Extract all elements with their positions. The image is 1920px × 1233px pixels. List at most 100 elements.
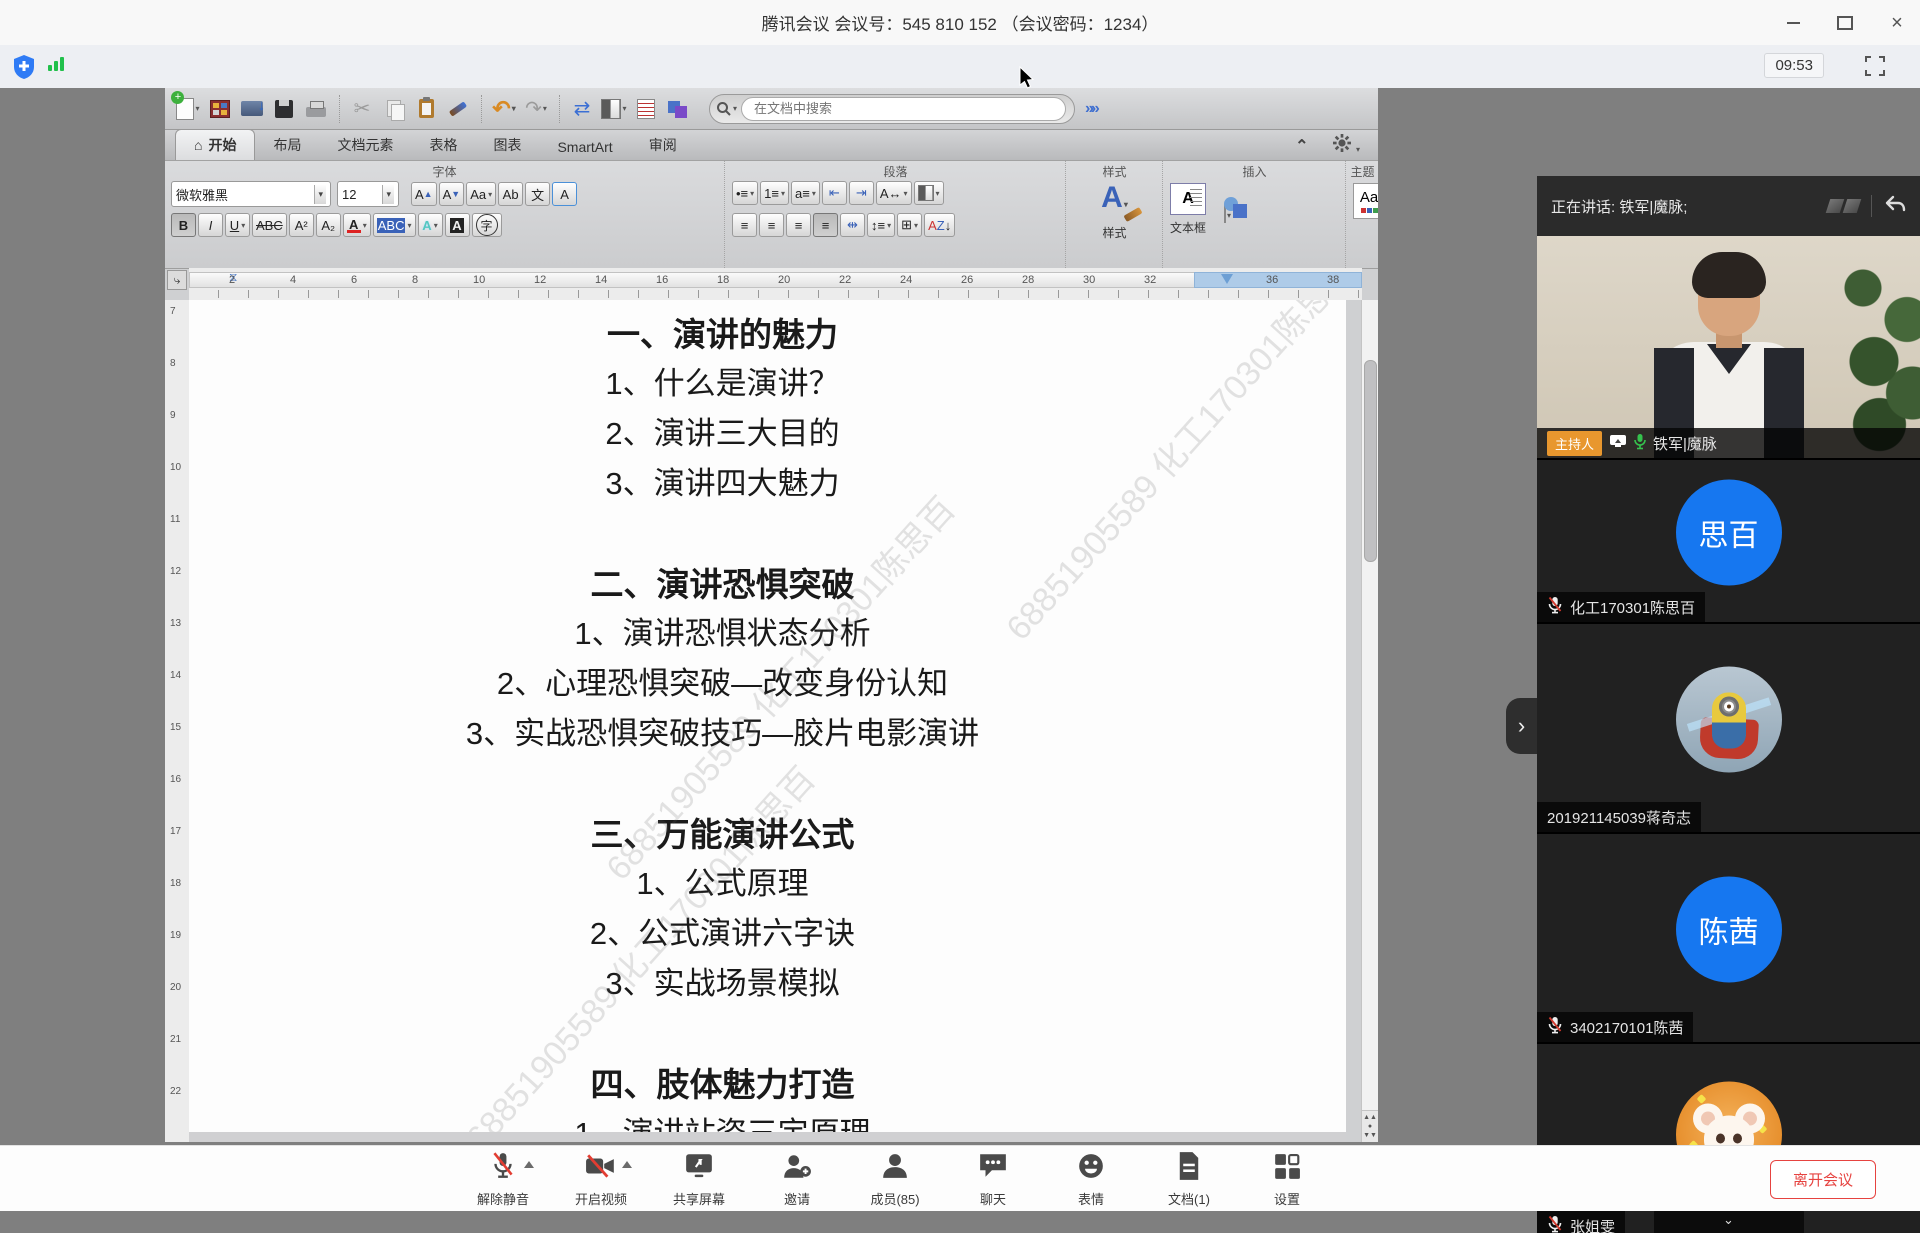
strikethrough-button[interactable]: ABC (252, 213, 287, 237)
participant-tile[interactable]: 201921145039蒋奇志 (1537, 622, 1920, 832)
options-caret[interactable] (524, 1161, 534, 1168)
ribbon-tab-开始[interactable]: ⌂开始 (175, 129, 255, 160)
sidebar-expand-chevron[interactable]: › (1506, 698, 1537, 754)
subscript-button[interactable]: A₂ (316, 213, 341, 237)
enclose-character-button[interactable]: 字 (472, 213, 502, 237)
document-page[interactable]: 一、演讲的魅力1、什么是演讲？2、演讲三大目的3、演讲四大魅力二、演讲恐惧突破1… (189, 300, 1346, 1132)
participant-tile[interactable]: 思百化工170301陈思百 (1537, 458, 1920, 622)
toolbar-item-settings[interactable]: 设置 (1254, 1151, 1320, 1208)
text-direction-button[interactable]: A↔▾ (876, 181, 912, 205)
align-left-button[interactable]: ≡ (732, 213, 757, 237)
underline-button[interactable]: U▾ (225, 213, 250, 237)
italic-button[interactable]: I (198, 213, 223, 237)
tab-selector-icon[interactable]: ⤷ (167, 270, 187, 290)
format-painter-icon[interactable] (443, 94, 473, 124)
textbox-button[interactable]: A 文本框 (1170, 183, 1206, 236)
host-video-tile[interactable]: 主持人 铁军|魔脉 (1537, 236, 1920, 458)
justify-button[interactable]: ≡ (813, 213, 838, 237)
toolbar-item-invite[interactable]: 邀请 (764, 1151, 830, 1208)
distribute-button[interactable]: ⇹ (840, 213, 865, 237)
search-options-caret[interactable]: ▾ (733, 104, 737, 113)
character-border-button[interactable]: A (552, 182, 577, 206)
font-size-select[interactable]: 12▾ (337, 181, 399, 207)
toolbar-item-emoji[interactable]: 表情 (1058, 1151, 1124, 1208)
leave-meeting-button[interactable]: 离开会议 (1770, 1160, 1876, 1199)
columns-layout-button[interactable]: ▾ (914, 181, 944, 205)
horizontal-ruler[interactable]: ⤷ ⧖ 24681012141618202224262830323638 (189, 268, 1362, 301)
number-list-button[interactable]: 1≡▾ (760, 181, 789, 205)
toolbar-item-members[interactable]: 成员(85) (862, 1151, 928, 1208)
styles-button[interactable]: A▾ 样式 (1101, 183, 1128, 241)
sort-button[interactable]: AZ↓ (924, 213, 955, 237)
toolbar-item-docs[interactable]: 文档(1) (1156, 1151, 1222, 1208)
maximize-button[interactable] (1832, 10, 1858, 36)
vertical-ruler[interactable]: 78910111213141516171819202122 (165, 300, 190, 1142)
document-scrollbar[interactable]: ▲▲●▼▼ (1361, 300, 1378, 1142)
themes-button[interactable]: Aa (1353, 183, 1378, 219)
clear-formatting-button[interactable]: Ab (498, 182, 523, 206)
shading-button[interactable]: A (445, 213, 470, 237)
phonetic-guide-button[interactable]: 文 (525, 182, 550, 206)
borders-button[interactable]: ⊞▾ (897, 213, 922, 237)
gallery-icon[interactable] (205, 94, 235, 124)
print-icon[interactable] (301, 94, 331, 124)
document-list-item: 1、演讲站姿三定原理 (189, 1108, 1256, 1132)
ribbon-tab-SmartArt[interactable]: SmartArt (539, 134, 630, 160)
search-icon[interactable] (716, 101, 732, 117)
decrease-indent-button[interactable]: ⇤ (822, 181, 847, 205)
increase-indent-button[interactable]: ⇥ (849, 181, 874, 205)
open-icon[interactable] (237, 94, 267, 124)
ribbon-tab-图表[interactable]: 图表 (475, 130, 539, 160)
options-caret[interactable] (622, 1161, 632, 1168)
bold-button[interactable]: B (171, 213, 196, 237)
columns-icon[interactable]: ▾ (599, 94, 629, 124)
undo-icon[interactable]: ↶▾ (489, 94, 519, 124)
minimize-button[interactable] (1780, 10, 1806, 36)
ribbon-tab-表格[interactable]: 表格 (411, 130, 475, 160)
track-changes-icon[interactable]: ⇄ (567, 94, 597, 124)
copy-icon[interactable] (379, 94, 409, 124)
fullscreen-icon[interactable] (1864, 55, 1886, 82)
line-spacing-button[interactable]: ↕≡▾ (867, 213, 895, 237)
ruler-number: 2 (229, 274, 235, 286)
save-icon[interactable] (269, 94, 299, 124)
multilevel-list-button[interactable]: a≡▾ (791, 181, 820, 205)
align-right-button[interactable]: ≡ (786, 213, 811, 237)
superscript-button[interactable]: A² (289, 213, 314, 237)
ribbon-tab-label: 开始 (208, 137, 236, 153)
ribbon-settings-gear-icon[interactable]: ▾ (1333, 134, 1360, 157)
font-color-button[interactable]: A▾ (343, 213, 371, 237)
toolbar-item-camera-off[interactable]: 开启视频 (568, 1151, 634, 1208)
scrollbar-thumb[interactable] (1364, 360, 1377, 562)
ribbon-tab-文档元素[interactable]: 文档元素 (319, 130, 411, 160)
redo-icon[interactable]: ↷▾ (521, 94, 551, 124)
shrink-font-button[interactable]: A▼ (439, 182, 465, 206)
document-heading: 二、演讲恐惧突破 (189, 558, 1256, 606)
collapse-ribbon-icon[interactable]: ⌃ (1295, 136, 1308, 156)
participant-tile[interactable]: 陈茜3402170101陈茜 (1537, 832, 1920, 1042)
cut-icon[interactable]: ✂ (347, 94, 377, 124)
ruler-margin-marker[interactable] (1221, 274, 1233, 284)
bullet-list-button[interactable]: •≡▾ (732, 181, 758, 205)
highlight-button[interactable]: ABC▾ (373, 213, 416, 237)
change-case-button[interactable]: Aa▾ (466, 182, 496, 206)
ribbon-tab-审阅[interactable]: 审阅 (631, 130, 695, 160)
ribbon-tab-布局[interactable]: 布局 (255, 130, 319, 160)
new-document-icon[interactable]: ▾ (173, 94, 203, 124)
browse-object-buttons[interactable]: ▲▲●▼▼ (1362, 1110, 1378, 1142)
grow-font-button[interactable]: A▲ (411, 182, 437, 206)
toolbar-item-share-screen[interactable]: 共享屏幕 (666, 1151, 732, 1208)
align-center-button[interactable]: ≡ (759, 213, 784, 237)
close-button[interactable]: × (1884, 10, 1910, 36)
media-browser-icon[interactable] (663, 94, 693, 124)
toolbar-item-chat[interactable]: 聊天 (960, 1151, 1026, 1208)
text-effects-button[interactable]: A▾ (418, 213, 443, 237)
toolbar-overflow-icon[interactable]: »» (1085, 100, 1097, 118)
search-input[interactable] (752, 100, 1055, 117)
security-shield-icon[interactable] (12, 54, 36, 85)
font-name-select[interactable]: 微软雅黑▾ (171, 181, 331, 207)
document-elements-icon[interactable] (631, 94, 661, 124)
paste-icon[interactable] (411, 94, 441, 124)
back-arrow-icon[interactable] (1884, 195, 1906, 217)
toolbar-item-mic-muted[interactable]: 解除静音 (470, 1151, 536, 1208)
